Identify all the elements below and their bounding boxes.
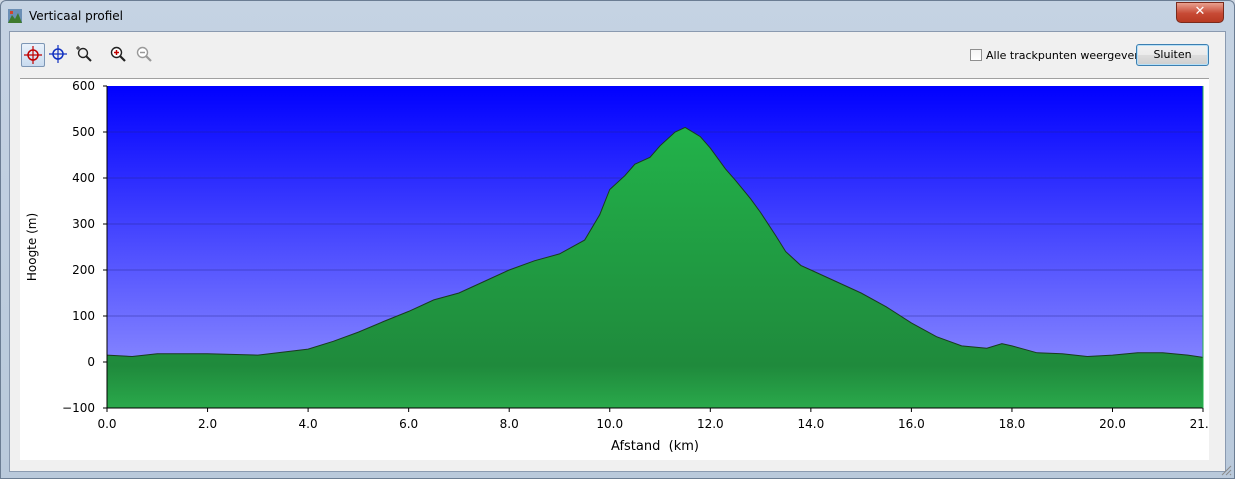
client-area: Alle trackpunten weergeven Sluiten 0.0 2… [9, 31, 1226, 472]
crosshair-tool[interactable] [47, 43, 71, 67]
x-axis-label: Afstand (km) [611, 439, 699, 454]
y-tick-label: 300 [72, 217, 95, 231]
x-axis-ticks: 0.0 2.0 4.0 6.0 8.0 10.0 12.0 14.0 16.0 18.0 20.0 2… [97, 408, 1216, 431]
x-tick-label: 12.0 [697, 417, 724, 431]
x-tick-label: 6.0 [399, 417, 418, 431]
zoom-out-icon [136, 46, 152, 62]
x-tick-label: 20.0 [1099, 417, 1126, 431]
x-tick-label: 16.0 [898, 417, 925, 431]
y-tick-label: 100 [72, 309, 95, 323]
show-all-trackpoints-label: Alle trackpunten weergeven [986, 49, 1142, 62]
zoom-in-tool[interactable] [107, 43, 131, 67]
y-tick-label: −100 [62, 401, 95, 415]
crosshair-red-icon [24, 46, 42, 64]
x-tick-label: 4.0 [299, 417, 318, 431]
zoom-area-tool[interactable] [73, 43, 97, 67]
x-tick-label: 10.0 [596, 417, 623, 431]
x-tick-label: 18.0 [999, 417, 1026, 431]
elevation-chart-container: 0.0 2.0 4.0 6.0 8.0 10.0 12.0 14.0 16.0 18.0 20.0 2… [20, 78, 1216, 460]
toolbar: Alle trackpunten weergeven Sluiten [10, 32, 1225, 78]
zoom-out-tool[interactable] [133, 43, 157, 67]
x-tick-label: 21.8 [1190, 417, 1209, 431]
window-title: Verticaal profiel [29, 9, 123, 23]
y-tick-label: 400 [72, 171, 95, 185]
y-tick-label: 0 [87, 355, 95, 369]
x-tick-label: 2.0 [198, 417, 217, 431]
title-bar[interactable]: Verticaal profiel ✕ [1, 1, 1234, 31]
x-tick-label: 14.0 [797, 417, 824, 431]
resize-grip[interactable] [1220, 464, 1232, 476]
x-tick-label: 8.0 [500, 417, 519, 431]
x-tick-label: 0.0 [97, 417, 116, 431]
y-tick-label: 500 [72, 125, 95, 139]
app-icon [8, 9, 22, 23]
y-tick-label: 200 [72, 263, 95, 277]
y-axis-ticks: 600 500 400 300 200 100 0 −100 [62, 79, 107, 415]
show-all-trackpoints-checkbox[interactable] [970, 49, 982, 61]
window-close-button[interactable]: ✕ [1176, 2, 1224, 23]
close-button[interactable]: Sluiten [1136, 44, 1209, 66]
zoom-area-icon [76, 46, 92, 62]
y-tick-label: 600 [72, 79, 95, 93]
elevation-profile-chart: 0.0 2.0 4.0 6.0 8.0 10.0 12.0 14.0 16.0 18.0 20.0 2… [25, 79, 1216, 454]
y-axis-label: Hoogte (m) [25, 213, 39, 281]
profile-window: Verticaal profiel ✕ Alle trackpunten wee… [0, 0, 1235, 479]
zoom-in-icon [110, 46, 126, 62]
crosshair-blue-icon [49, 45, 67, 63]
select-point-tool[interactable] [21, 43, 45, 67]
